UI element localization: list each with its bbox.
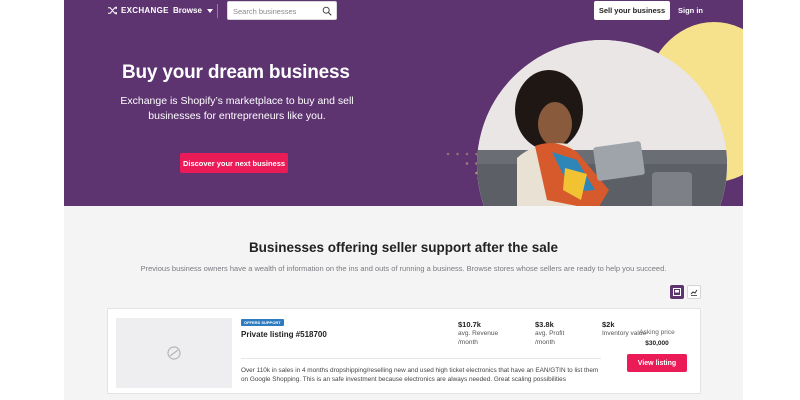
list-view-toggle[interactable] (687, 285, 701, 299)
shuffle-icon (108, 6, 117, 15)
listing-card[interactable]: OFFERS SUPPORT Private listing #518700 $… (107, 308, 701, 394)
offers-support-badge: OFFERS SUPPORT (241, 319, 284, 326)
card-divider (241, 358, 601, 359)
image-placeholder-icon (167, 346, 181, 360)
view-listing-button[interactable]: View listing (627, 354, 687, 372)
listing-title[interactable]: Private listing #518700 (241, 330, 327, 339)
asking-price-label: Asking price (639, 329, 675, 336)
sell-your-business-button[interactable]: Sell your business (594, 1, 670, 20)
brand-name: EXCHANGE (121, 6, 169, 15)
section-subtitle: Previous business owners have a wealth o… (140, 264, 667, 273)
page: EXCHANGE Browse Sell your business Sign … (0, 0, 800, 400)
grid-view-toggle[interactable] (670, 285, 684, 299)
revenue-period: /month (458, 339, 478, 346)
profit-period: /month (535, 339, 555, 346)
search-icon[interactable] (322, 6, 332, 16)
asking-price-value: $30,000 (645, 340, 669, 347)
list-view-icon (690, 289, 698, 296)
discover-button[interactable]: Discover your next business (180, 153, 288, 173)
chevron-down-icon (206, 8, 213, 13)
top-navigation: EXCHANGE Browse Sell your business Sign … (64, 0, 743, 22)
listing-description: Over 110k in sales in 4 months dropshipp… (241, 367, 599, 383)
inventory-value: $2k (602, 320, 615, 329)
profit-stat: $3.8k avg. Profit /month (535, 320, 564, 347)
section-title: Businesses offering seller support after… (248, 240, 559, 255)
grid-view-icon (673, 288, 681, 296)
revenue-label: avg. Revenue (458, 330, 499, 337)
hero-title: Buy your dream business (122, 62, 350, 83)
revenue-stat: $10.7k avg. Revenue /month (458, 320, 498, 347)
sign-in-link[interactable]: Sign in (678, 6, 703, 15)
search-input[interactable] (233, 5, 318, 17)
hero-subtitle: Exchange is Shopify’s marketplace to buy… (120, 95, 354, 122)
nav-divider (217, 4, 218, 18)
browse-menu[interactable]: Browse (173, 6, 213, 15)
profit-label: avg. Profit (535, 330, 565, 337)
brand-logo[interactable]: EXCHANGE (108, 6, 169, 15)
profit-value: $3.8k (535, 320, 554, 329)
browse-label: Browse (173, 6, 202, 15)
listing-thumbnail[interactable] (116, 318, 232, 388)
page-frame: EXCHANGE Browse Sell your business Sign … (64, 0, 743, 400)
revenue-value: $10.7k (458, 320, 481, 329)
hero-banner: EXCHANGE Browse Sell your business Sign … (64, 0, 743, 206)
search-box[interactable] (227, 1, 337, 20)
